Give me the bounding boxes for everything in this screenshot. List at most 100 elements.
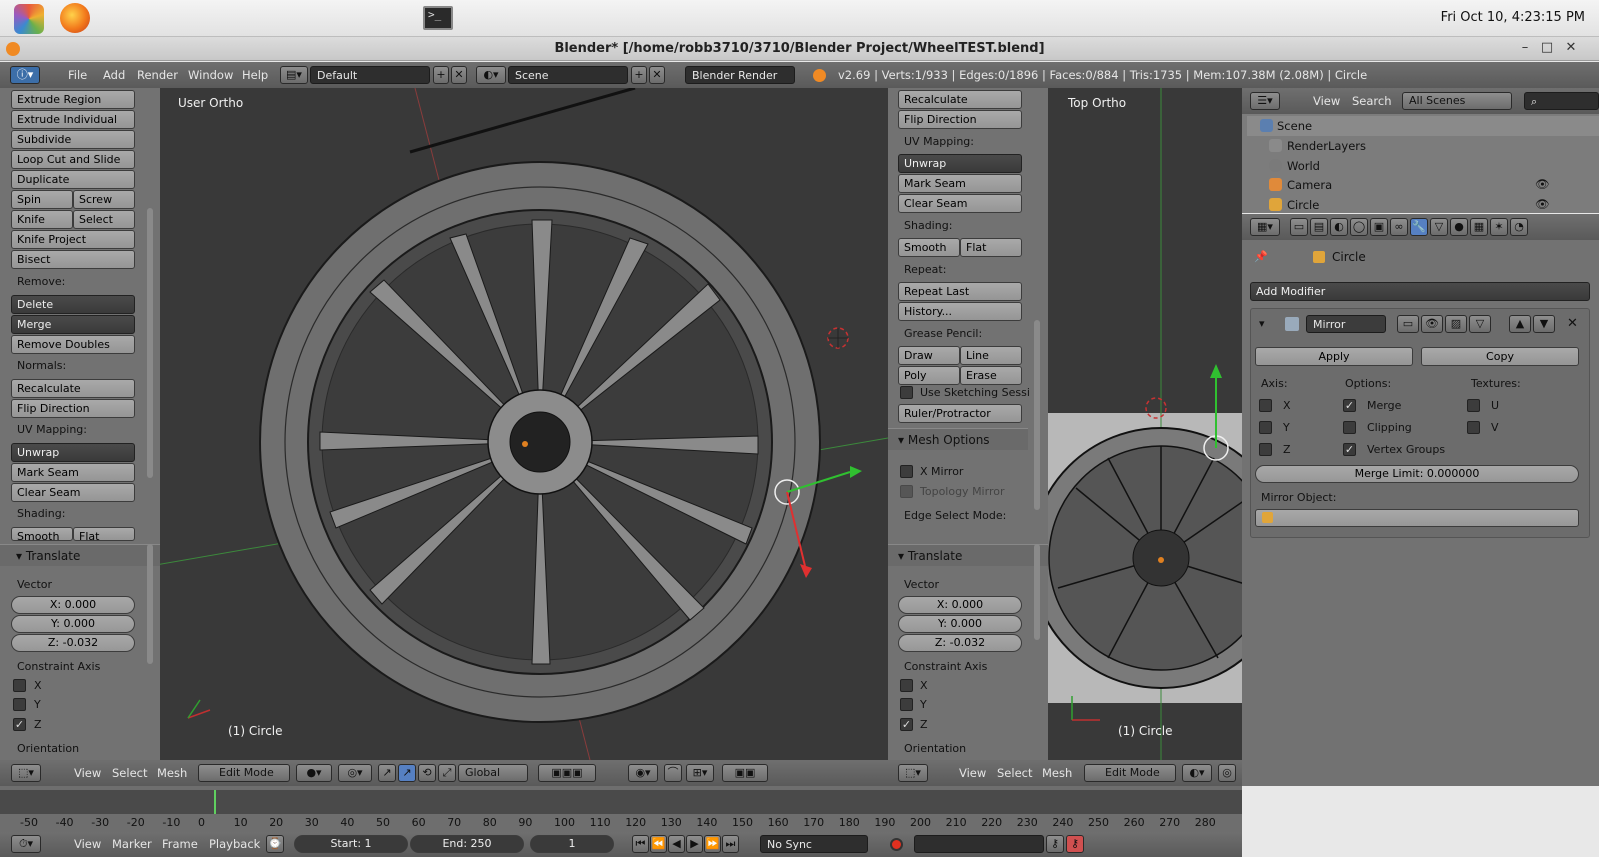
axis-x-checkbox[interactable]	[1259, 399, 1272, 412]
scene-field[interactable]: Scene	[508, 66, 628, 84]
viewport-toggle-icon[interactable]: 👁	[1421, 315, 1443, 333]
menu-view[interactable]: View	[1313, 94, 1340, 108]
menu-view[interactable]: View	[74, 766, 101, 780]
menu-file[interactable]: File	[68, 68, 87, 82]
layers-button[interactable]: ▣▣▣	[538, 764, 596, 782]
select-button[interactable]: Select	[73, 210, 135, 229]
extrude-region-button[interactable]: Extrude Region	[11, 90, 135, 109]
layout-remove-button[interactable]: ✕	[451, 66, 467, 84]
render-toggle-icon[interactable]: ▭	[1397, 315, 1419, 333]
object-tab-icon[interactable]: ▣	[1370, 218, 1388, 236]
pin-icon[interactable]: 📌	[1254, 250, 1268, 263]
axis-z-checkbox[interactable]	[1259, 443, 1272, 456]
unwrap-dropdown[interactable]: Unwrap	[11, 443, 135, 462]
screw-button[interactable]: Screw	[73, 190, 135, 209]
editor-type-3d-button[interactable]: ⬚▾	[11, 764, 41, 782]
scale-manipulator-toggle[interactable]: ⤢	[438, 764, 456, 782]
particles-tab-icon[interactable]: ✶	[1490, 218, 1508, 236]
menu-mesh[interactable]: Mesh	[1042, 766, 1072, 780]
current-frame-field[interactable]: 1	[530, 835, 614, 853]
pivot-select[interactable]: ◎	[1218, 764, 1236, 782]
smooth-button[interactable]: Smooth	[898, 238, 960, 257]
axis-y-checkbox[interactable]	[1259, 421, 1272, 434]
vector-z-field[interactable]: Z: -0.032	[11, 634, 135, 652]
loop-cut-button[interactable]: Loop Cut and Slide	[11, 150, 135, 169]
vector-y-field[interactable]: Y: 0.000	[898, 615, 1022, 633]
close-button[interactable]: ✕	[1563, 40, 1579, 55]
constraint-y-checkbox[interactable]	[13, 698, 26, 711]
outliner-row-circle[interactable]: Circle 👁	[1247, 195, 1599, 215]
constraint-x-checkbox[interactable]	[900, 679, 913, 692]
terminal-icon[interactable]: >_	[423, 6, 453, 30]
render-tab-icon[interactable]: ▭	[1290, 218, 1308, 236]
bisect-button[interactable]: Bisect	[11, 250, 135, 269]
x-mirror-checkbox[interactable]	[900, 465, 913, 478]
layout-field[interactable]: Default	[310, 66, 430, 84]
repeat-last-button[interactable]: Repeat Last	[898, 282, 1022, 301]
menu-playback[interactable]: Playback	[209, 837, 260, 851]
mark-seam-button[interactable]: Mark Seam	[11, 463, 135, 482]
opengl-render-button[interactable]: ▣▣	[722, 764, 768, 782]
erase-button[interactable]: Erase	[960, 366, 1022, 385]
use-sketching-checkbox[interactable]	[900, 386, 913, 399]
clear-seam-button[interactable]: Clear Seam	[898, 194, 1022, 213]
vector-y-field[interactable]: Y: 0.000	[11, 615, 135, 633]
timeline-track[interactable]	[0, 790, 1242, 814]
layout-icon[interactable]: ▤▾	[280, 66, 308, 84]
mark-seam-button[interactable]: Mark Seam	[898, 174, 1022, 193]
viewport-top-ortho[interactable]: Top Ortho (1) Circle	[1048, 88, 1242, 760]
outliner-search-input[interactable]: ⌕	[1524, 92, 1599, 110]
menu-view[interactable]: View	[74, 837, 101, 851]
flat-button[interactable]: Flat	[960, 238, 1022, 257]
collapse-icon[interactable]: ▾	[1259, 317, 1265, 330]
constraint-z-checkbox[interactable]: ✓	[13, 718, 26, 731]
unwrap-dropdown[interactable]: Unwrap	[898, 154, 1022, 173]
translate-header[interactable]: ▾ Translate	[888, 544, 1048, 566]
subdivide-button[interactable]: Subdivide	[11, 130, 135, 149]
remove-doubles-button[interactable]: Remove Doubles	[11, 335, 135, 354]
knife-button[interactable]: Knife	[11, 210, 73, 229]
outliner-row-renderlayers[interactable]: RenderLayers	[1247, 136, 1599, 156]
menu-window[interactable]: Window	[188, 68, 233, 82]
sync-mode-select[interactable]: No Sync	[760, 835, 868, 853]
scrollbar[interactable]	[1034, 320, 1040, 510]
merge-limit-field[interactable]: Merge Limit: 0.000000	[1255, 465, 1579, 483]
visibility-eye-icon[interactable]: 👁	[1535, 177, 1550, 191]
orientation-select[interactable]: Global	[458, 764, 528, 782]
merge-checkbox[interactable]: ✓	[1343, 399, 1356, 412]
clipping-checkbox[interactable]	[1343, 421, 1356, 434]
flat-button[interactable]: Flat	[73, 527, 135, 541]
shading-select[interactable]: ◐▾	[1182, 764, 1212, 782]
apply-button[interactable]: Apply	[1255, 347, 1413, 366]
shading-select[interactable]: ●▾	[296, 764, 332, 782]
move-up-button[interactable]: ▲	[1509, 315, 1531, 333]
minimize-button[interactable]: –	[1517, 40, 1533, 55]
menu-frame[interactable]: Frame	[162, 837, 198, 851]
recalculate-button[interactable]: Recalculate	[898, 90, 1022, 109]
scrollbar[interactable]	[147, 544, 153, 664]
keying-set-field[interactable]	[914, 835, 1044, 853]
apps-menu-icon[interactable]	[14, 4, 44, 34]
duplicate-button[interactable]: Duplicate	[11, 170, 135, 189]
menu-marker[interactable]: Marker	[112, 837, 152, 851]
play-reverse-button[interactable]: ◀	[668, 835, 685, 853]
end-frame-field[interactable]: End: 250	[410, 835, 524, 853]
editor-type-3d-button[interactable]: ⬚▾	[898, 764, 928, 782]
add-modifier-dropdown[interactable]: Add Modifier	[1250, 282, 1590, 301]
layout-add-button[interactable]: +	[433, 66, 449, 84]
next-keyframe-button[interactable]: ⏩	[704, 835, 721, 853]
editor-type-outliner-button[interactable]: ☰▾	[1250, 92, 1280, 110]
play-button[interactable]: ▶	[686, 835, 703, 853]
scene-tab-icon[interactable]: ◐	[1330, 218, 1348, 236]
manipulator-toggle[interactable]: ↗	[378, 764, 396, 782]
menu-select[interactable]: Select	[112, 766, 147, 780]
draw-button[interactable]: Draw	[898, 346, 960, 365]
texture-tab-icon[interactable]: ▦	[1470, 218, 1488, 236]
extrude-individual-button[interactable]: Extrude Individual	[11, 110, 135, 129]
texture-v-checkbox[interactable]	[1467, 421, 1480, 434]
spin-button[interactable]: Spin	[11, 190, 73, 209]
cage-toggle-icon[interactable]: ▽	[1469, 315, 1491, 333]
ruler-button[interactable]: Ruler/Protractor	[898, 404, 1022, 423]
keyframe-insert-icon[interactable]: ⚷	[1046, 835, 1064, 853]
smooth-button[interactable]: Smooth	[11, 527, 73, 541]
